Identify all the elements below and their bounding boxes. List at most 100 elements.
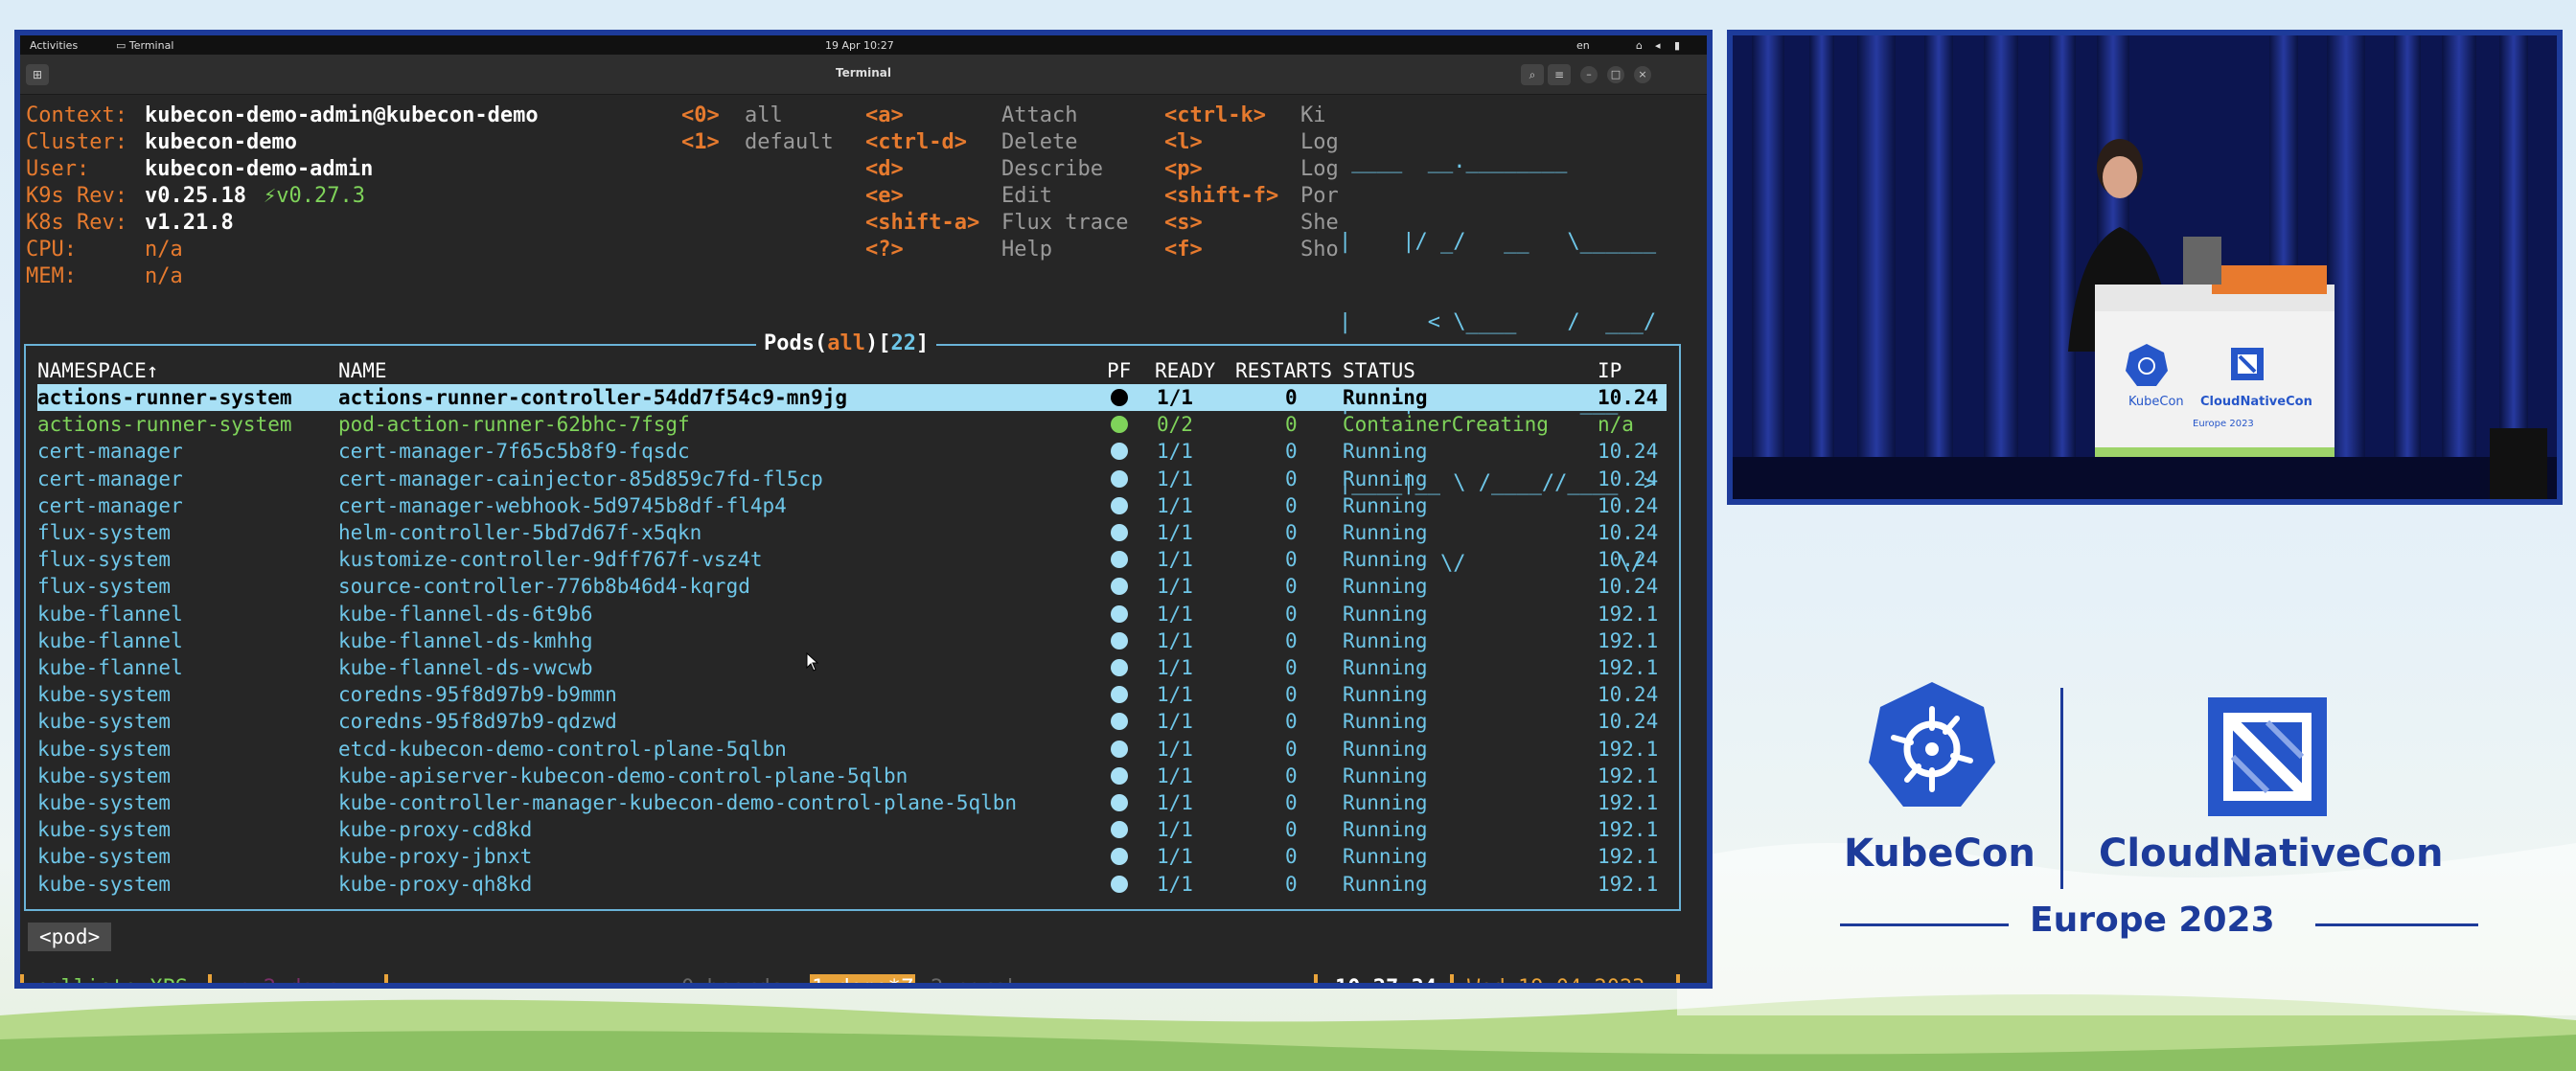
pod-name: kube-flannel-ds-vwcwb <box>338 656 593 679</box>
pod-row[interactable]: kube-system kube-controller-manager-kubec… <box>37 789 1667 816</box>
pod-pf-indicator-icon <box>1111 794 1128 811</box>
breadcrumb[interactable]: <pod> <box>28 923 112 951</box>
pod-ip: 10.24 <box>1598 521 1659 544</box>
search-icon[interactable]: ⌕ <box>1521 64 1544 85</box>
tmux-status-bar: callisto-XPS up 2 days 0:boards- 1:demo*… <box>20 974 1707 983</box>
pod-pf-indicator-icon <box>1111 389 1128 406</box>
pod-namespace: cert-manager <box>37 467 183 490</box>
shortcut-key[interactable]: <shift-f> <box>1164 183 1278 210</box>
tmux-window-1-active[interactable]: 1:demo*Z <box>810 974 915 983</box>
pod-namespace: kube-system <box>37 845 172 869</box>
pod-row[interactable]: actions-runner-system pod-action-runner-6… <box>37 411 1667 438</box>
network-icon[interactable]: ⌂ <box>1636 39 1643 52</box>
col-ready[interactable]: READY <box>1155 357 1215 384</box>
podium-cnc-text: CloudNativeCon <box>2200 395 2312 409</box>
battery-icon[interactable]: ▮ <box>1674 39 1680 52</box>
pod-row[interactable]: kube-system kube-apiserver-kubecon-demo-c… <box>37 763 1667 789</box>
pod-pf-indicator-icon <box>1111 848 1128 866</box>
terminal-app-menu[interactable]: ▭ Terminal <box>116 39 173 52</box>
pod-row[interactable]: cert-manager cert-manager-cainjector-85d8… <box>37 466 1667 492</box>
menu-icon[interactable]: ≡ <box>1548 64 1571 85</box>
close-icon[interactable]: × <box>1634 66 1651 83</box>
pod-row[interactable]: kube-system coredns-95f8d97b9-qdzwd 1/1 0 Ru… <box>37 708 1667 735</box>
minimize-icon[interactable]: – <box>1580 66 1598 83</box>
window-title-bar: ⊞ Terminal ⌕ ≡ – □ × <box>20 55 1707 95</box>
shortcut-key[interactable]: <a> <box>865 103 904 129</box>
pod-status: Running <box>1343 440 1428 464</box>
pod-ip: 192.1 <box>1598 872 1659 896</box>
col-name[interactable]: NAME <box>338 357 387 384</box>
pod-status: Running <box>1343 791 1428 814</box>
pod-pf-indicator-icon <box>1111 659 1128 676</box>
tmux-host: callisto-XPS <box>35 974 188 983</box>
kubecon-title: KubeCon <box>1844 832 2036 876</box>
pod-status: Running <box>1343 493 1428 517</box>
pod-name: coredns-95f8d97b9-b9mmn <box>338 683 617 707</box>
activities-button[interactable]: Activities <box>30 39 78 52</box>
pod-row[interactable]: kube-flannel kube-flannel-ds-vwcwb 1/1 0 Run… <box>37 654 1667 681</box>
pod-row[interactable]: actions-runner-system actions-runner-cont… <box>37 384 1667 411</box>
shortcut-key[interactable]: <e> <box>865 183 904 210</box>
col-pf[interactable]: PF <box>1107 357 1131 384</box>
pod-row[interactable]: kube-system kube-proxy-jbnxt 1/1 0 Running 19… <box>37 843 1667 870</box>
pod-ip: 192.1 <box>1598 763 1659 787</box>
pod-status: Running <box>1343 575 1428 599</box>
shortcut-desc: Delete <box>1001 130 1078 154</box>
shortcut-desc: Attach <box>1001 103 1078 127</box>
maximize-icon[interactable]: □ <box>1607 66 1624 83</box>
pod-ready: 1/1 <box>1157 548 1193 572</box>
language-indicator[interactable]: en <box>1576 39 1590 52</box>
ns-hint-key[interactable]: <0> <box>681 103 720 129</box>
pod-restarts: 0 <box>1285 845 1298 869</box>
pod-row[interactable]: flux-system kustomize-controller-9dff767f… <box>37 546 1667 573</box>
pod-row[interactable]: kube-system etcd-kubecon-demo-control-pla… <box>37 736 1667 763</box>
tmux-window-2[interactable]: 2:ngrok <box>931 974 1020 983</box>
col-restarts[interactable]: RESTARTS <box>1235 357 1332 384</box>
pod-row[interactable]: kube-system kube-proxy-cd8kd 1/1 0 Running 19… <box>37 816 1667 843</box>
pod-restarts: 0 <box>1285 467 1298 490</box>
shortcut-key[interactable]: <?> <box>865 237 904 263</box>
pod-row[interactable]: flux-system helm-controller-5bd7d67f-x5qk… <box>37 519 1667 546</box>
pod-row[interactable]: kube-system coredns-95f8d97b9-b9mmn 1/1 0 Ru… <box>37 681 1667 708</box>
pod-restarts: 0 <box>1285 575 1298 599</box>
pod-ip: 192.1 <box>1598 737 1659 761</box>
shortcut-key[interactable]: <d> <box>865 156 904 183</box>
shortcut-key[interactable]: <l> <box>1164 129 1203 156</box>
pod-row[interactable]: cert-manager cert-manager-webhook-5d9745b… <box>37 492 1667 519</box>
pod-ip: n/a <box>1598 413 1634 437</box>
pod-namespace: actions-runner-system <box>37 413 292 437</box>
pod-restarts: 0 <box>1285 413 1298 437</box>
col-status[interactable]: STATUS <box>1343 357 1415 384</box>
ns-hint-key[interactable]: <1> <box>681 129 720 156</box>
pod-namespace: kube-system <box>37 710 172 734</box>
pod-row[interactable]: kube-flannel kube-flannel-ds-kmhhg 1/1 0 Run… <box>37 627 1667 654</box>
pod-row[interactable]: kube-flannel kube-flannel-ds-6t9b6 1/1 0 Run… <box>37 601 1667 627</box>
speaker-camera-frame: KubeCon CloudNativeCon Europe 2023 <box>1727 30 2563 505</box>
shortcut-key[interactable]: <p> <box>1164 156 1203 183</box>
mouse-pointer-icon <box>806 652 819 672</box>
logo-divider <box>2060 688 2063 889</box>
k9s-terminal[interactable]: Context: kubecon-demo-admin@kubecon-demo… <box>20 95 1707 983</box>
tmux-window-0[interactable]: 0:boards- <box>681 974 795 983</box>
shortcut-key[interactable]: <f> <box>1164 237 1203 263</box>
pod-ready: 0/2 <box>1157 413 1193 437</box>
terminal-window: Activities ▭ Terminal 19 Apr 10:27 en ⌂ … <box>20 35 1707 983</box>
shortcut-key[interactable]: <shift-a> <box>865 210 979 237</box>
pod-status: Running <box>1343 710 1428 734</box>
pod-row[interactable]: flux-system source-controller-776b8b46d4-… <box>37 573 1667 600</box>
col-namespace[interactable]: NAMESPACE↑ <box>37 357 158 384</box>
pod-row[interactable]: cert-manager cert-manager-7f65c5b8f9-fqsd… <box>37 438 1667 465</box>
volume-icon[interactable]: ◂ <box>1655 39 1661 52</box>
shortcut-key[interactable]: <s> <box>1164 210 1203 237</box>
pod-pf-indicator-icon <box>1111 496 1128 514</box>
top-bar-clock[interactable]: 19 Apr 10:27 <box>825 39 894 52</box>
shortcut-key[interactable]: <ctrl-k> <box>1164 103 1266 129</box>
pod-restarts: 0 <box>1285 628 1298 652</box>
pod-namespace: flux-system <box>37 548 172 572</box>
col-ip[interactable]: IP <box>1598 357 1622 384</box>
ns-hint-desc: all <box>745 103 783 127</box>
pod-namespace: cert-manager <box>37 440 183 464</box>
pod-name: kube-proxy-jbnxt <box>338 845 533 869</box>
pod-row[interactable]: kube-system kube-proxy-qh8kd 1/1 0 Running 19… <box>37 871 1667 898</box>
shortcut-key[interactable]: <ctrl-d> <box>865 129 967 156</box>
